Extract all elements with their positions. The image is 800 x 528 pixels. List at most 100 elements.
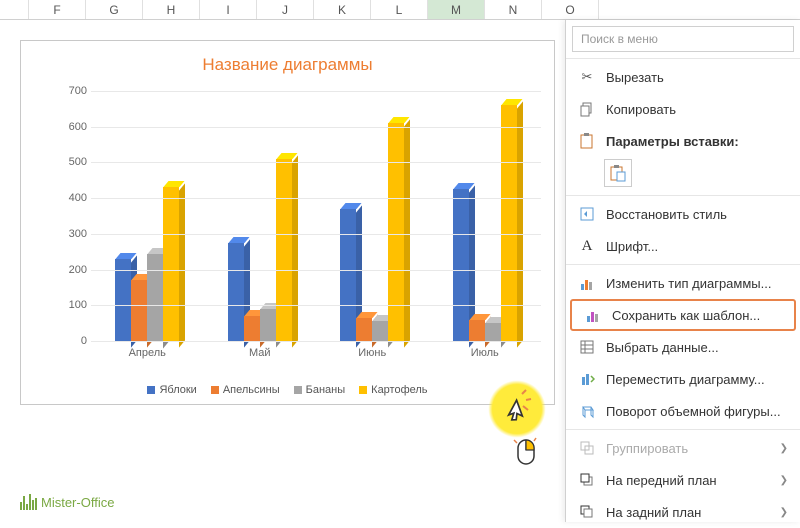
bar[interactable] <box>340 209 356 341</box>
legend-label: Яблоки <box>159 384 196 396</box>
grid-line <box>91 305 541 306</box>
grid-line <box>91 91 541 92</box>
logo-text: Mister-Office <box>41 495 114 510</box>
legend-swatch <box>294 386 302 394</box>
bar-group <box>429 91 542 341</box>
group-icon <box>578 439 596 457</box>
y-tick: 300 <box>69 228 87 240</box>
chevron-right-icon: ❯ <box>780 443 788 454</box>
menu-reset-style[interactable]: Восстановить стиль <box>566 198 800 230</box>
y-tick: 200 <box>69 264 87 276</box>
bar[interactable] <box>356 318 372 341</box>
font-icon: A <box>578 237 596 255</box>
send-back-icon <box>578 503 596 521</box>
bar-group <box>316 91 429 341</box>
column-header[interactable]: I <box>200 0 257 19</box>
chart-type-icon <box>578 274 596 292</box>
grid-line <box>91 341 541 342</box>
menu-cut[interactable]: ✂ Вырезать <box>566 61 800 93</box>
bar[interactable] <box>388 123 404 341</box>
bar[interactable] <box>276 159 292 341</box>
legend[interactable]: Яблоки Апельсины Бананы Картофель <box>21 384 554 396</box>
logo-bars-icon <box>20 494 37 510</box>
bar[interactable] <box>453 189 469 341</box>
plot-area: 0100200300400500600700 АпрельМайИюньИюль <box>61 91 541 371</box>
bar[interactable] <box>228 243 244 341</box>
menu-group: Группировать ❯ <box>566 432 800 464</box>
column-header[interactable]: K <box>314 0 371 19</box>
bar[interactable] <box>244 316 260 341</box>
x-label: Апрель <box>91 347 204 359</box>
menu-change-chart-type[interactable]: Изменить тип диаграммы... <box>566 267 800 299</box>
column-header[interactable]: F <box>29 0 86 19</box>
chevron-right-icon: ❯ <box>780 507 788 518</box>
grid-line <box>91 127 541 128</box>
select-data-icon <box>578 338 596 356</box>
rotate-3d-icon <box>578 402 596 420</box>
menu-send-back[interactable]: На задний план ❯ <box>566 496 800 528</box>
column-header[interactable]: H <box>143 0 200 19</box>
paste-button[interactable] <box>604 159 632 187</box>
scissors-icon: ✂ <box>578 68 596 86</box>
menu-font[interactable]: A Шрифт... <box>566 230 800 262</box>
column-header[interactable]: J <box>257 0 314 19</box>
menu-paste-options: Параметры вставки: <box>566 125 800 157</box>
copy-icon <box>578 100 596 118</box>
legend-label: Бананы <box>306 384 346 396</box>
menu-bring-front[interactable]: На передний план ❯ <box>566 464 800 496</box>
bar[interactable] <box>147 254 163 342</box>
legend-item[interactable]: Картофель <box>359 384 427 396</box>
legend-swatch <box>359 386 367 394</box>
legend-swatch <box>211 386 219 394</box>
chart[interactable]: Название диаграммы 010020030040050060070… <box>20 40 555 405</box>
grid-line <box>91 198 541 199</box>
bar[interactable] <box>115 259 131 341</box>
column-header[interactable]: G <box>86 0 143 19</box>
column-headers: FGHIJKLMNO <box>0 0 800 20</box>
y-axis: 0100200300400500600700 <box>61 91 91 371</box>
bar[interactable] <box>372 321 388 341</box>
chart-title[interactable]: Название диаграммы <box>21 41 554 75</box>
column-header[interactable] <box>0 0 29 19</box>
bar[interactable] <box>131 280 147 341</box>
grid-line <box>91 162 541 163</box>
y-tick: 100 <box>69 299 87 311</box>
y-tick: 700 <box>69 85 87 97</box>
column-header[interactable]: O <box>542 0 599 19</box>
legend-label: Апельсины <box>223 384 280 396</box>
y-tick: 400 <box>69 192 87 204</box>
menu-copy[interactable]: Копировать <box>566 93 800 125</box>
paste-options-row <box>566 157 800 193</box>
legend-label: Картофель <box>371 384 427 396</box>
y-tick: 500 <box>69 156 87 168</box>
bar[interactable] <box>163 187 179 341</box>
x-axis: АпрельМайИюньИюль <box>91 347 541 359</box>
grid-line <box>91 234 541 235</box>
bars-area <box>91 91 541 341</box>
reset-style-icon <box>578 205 596 223</box>
bar[interactable] <box>469 320 485 341</box>
watermark-logo: Mister-Office <box>20 494 114 510</box>
context-menu: Поиск в меню ✂ Вырезать Копировать Парам… <box>565 20 800 522</box>
menu-rotate-3d[interactable]: Поворот объемной фигуры... <box>566 395 800 427</box>
mouse-icon <box>512 436 540 471</box>
chevron-right-icon: ❯ <box>780 475 788 486</box>
bar[interactable] <box>485 323 501 341</box>
save-template-icon <box>584 306 602 324</box>
menu-save-as-template[interactable]: Сохранить как шаблон... <box>570 299 796 331</box>
menu-move-chart[interactable]: Переместить диаграмму... <box>566 363 800 395</box>
menu-select-data[interactable]: Выбрать данные... <box>566 331 800 363</box>
x-label: Июль <box>429 347 542 359</box>
x-label: Июнь <box>316 347 429 359</box>
grid-line <box>91 270 541 271</box>
menu-search[interactable]: Поиск в меню <box>572 26 794 52</box>
bar[interactable] <box>260 309 276 341</box>
legend-swatch <box>147 386 155 394</box>
column-header[interactable]: N <box>485 0 542 19</box>
column-header[interactable]: L <box>371 0 428 19</box>
legend-item[interactable]: Апельсины <box>211 384 280 396</box>
legend-item[interactable]: Яблоки <box>147 384 196 396</box>
y-tick: 600 <box>69 121 87 133</box>
legend-item[interactable]: Бананы <box>294 384 346 396</box>
column-header[interactable]: M <box>428 0 485 19</box>
